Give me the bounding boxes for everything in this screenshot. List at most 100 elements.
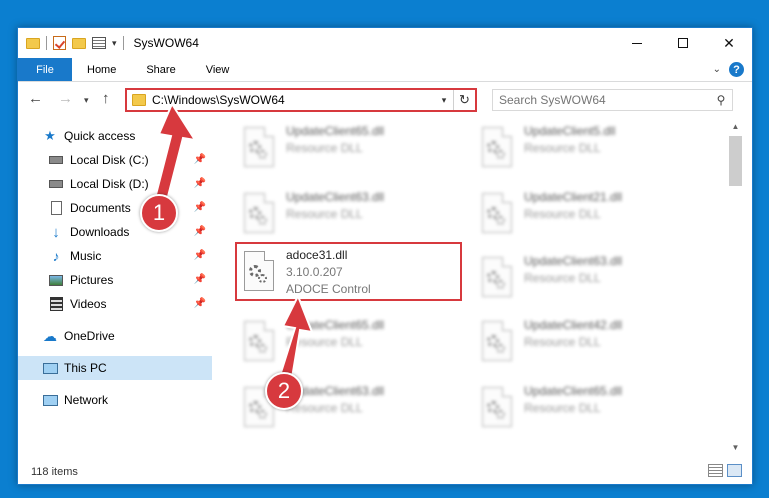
file-description: Resource DLL — [286, 141, 363, 155]
sidebar-item-this-pc[interactable]: This PC — [18, 356, 212, 380]
address-dropdown-icon[interactable]: ▾ — [435, 95, 453, 106]
address-path[interactable]: C:\Windows\SysWOW64 — [152, 93, 435, 107]
file-item[interactable]: UpdateClient65.dll Resource DLL — [240, 121, 465, 181]
pin-icon[interactable]: 📌 — [194, 154, 206, 165]
pictures-icon — [48, 273, 64, 287]
sidebar-item-onedrive[interactable]: ☁ OneDrive — [18, 324, 212, 348]
pin-icon[interactable]: 📌 — [194, 202, 206, 213]
maximize-button[interactable] — [660, 28, 706, 58]
file-name: UpdateClient63.dll — [286, 190, 385, 204]
tab-file[interactable]: File — [18, 58, 72, 81]
pin-icon[interactable]: 📌 — [194, 298, 206, 309]
window-title: SysWOW64 — [133, 36, 199, 50]
close-icon: ✕ — [723, 34, 735, 51]
back-arrow-icon[interactable]: ← — [28, 90, 43, 107]
file-description: Resource DLL — [524, 141, 601, 155]
file-name: UpdateClient65.dll — [524, 384, 623, 398]
customize-toolbar-icon[interactable]: ▾ — [112, 38, 117, 49]
file-item[interactable]: UpdateClient65.dll Resource DLL — [478, 381, 703, 441]
sidebar-item-label: This PC — [64, 361, 107, 375]
sidebar-item-label: Quick access — [64, 129, 136, 143]
large-icons-view-icon[interactable] — [727, 464, 742, 477]
pin-icon[interactable]: 📌 — [194, 226, 206, 237]
properties-check-icon[interactable] — [53, 36, 66, 50]
file-item[interactable]: UpdateClient42.dll Resource DLL — [478, 315, 703, 375]
sidebar-item-label: Network — [64, 393, 109, 407]
sidebar-item-downloads[interactable]: ↓ Downloads 📌 — [18, 220, 212, 244]
step-badge-2: 2 — [265, 372, 303, 410]
expand-ribbon-icon[interactable]: ⌄ — [713, 64, 721, 75]
sidebar-item-quick-access[interactable]: ★ Quick access — [18, 124, 212, 148]
file-name: UpdateClient65.dll — [286, 124, 385, 138]
ribbon-tabs: File Home Share View ⌄ ? — [18, 58, 752, 82]
pin-icon[interactable]: 📌 — [194, 178, 206, 189]
sidebar-item-local-disk-c[interactable]: Local Disk (C:) 📌 — [18, 148, 212, 172]
vertical-scrollbar[interactable]: ▲ ▼ — [727, 118, 744, 456]
sidebar-item-music[interactable]: ♪ Music 📌 — [18, 244, 212, 268]
scroll-down-icon[interactable]: ▼ — [727, 439, 744, 456]
navigation-bar: ← → ▾ ↑ C:\Windows\SysWOW64 ▾ ↻ ⚲ — [18, 86, 752, 114]
sidebar-item-documents[interactable]: Documents 📌 — [18, 196, 212, 220]
dll-file-icon — [478, 193, 516, 239]
pin-icon[interactable]: 📌 — [194, 274, 206, 285]
maximize-icon — [678, 38, 688, 48]
sidebar-item-label: Pictures — [70, 273, 114, 287]
sidebar-item-label: Downloads — [70, 225, 130, 239]
file-name: UpdateClient5.dll — [524, 124, 616, 138]
up-arrow-icon[interactable]: ↑ — [102, 90, 110, 107]
pin-icon[interactable]: 📌 — [194, 250, 206, 261]
file-item[interactable]: UpdateClient5.dll Resource DLL — [478, 121, 703, 181]
file-description: Resource DLL — [524, 401, 601, 415]
item-count: 118 items — [31, 466, 78, 478]
title-bar: ▾ SysWOW64 ✕ — [18, 28, 752, 58]
sidebar-item-videos[interactable]: Videos 📌 — [18, 292, 212, 316]
sidebar-item-pictures[interactable]: Pictures 📌 — [18, 268, 212, 292]
search-input[interactable] — [493, 93, 710, 107]
address-bar[interactable]: C:\Windows\SysWOW64 ▾ ↻ — [125, 88, 477, 112]
network-icon — [42, 393, 58, 407]
music-icon: ♪ — [52, 248, 60, 264]
file-item[interactable]: UpdateClient21.dll Resource DLL — [478, 187, 703, 247]
tab-view[interactable]: View — [191, 58, 245, 81]
new-folder-icon[interactable] — [72, 37, 86, 49]
refresh-icon[interactable]: ↻ — [453, 90, 475, 110]
dll-file-icon — [478, 257, 516, 303]
sidebar-item-label: OneDrive — [64, 329, 115, 343]
drive-icon — [48, 177, 64, 191]
minimize-icon — [632, 42, 642, 44]
file-description: Resource DLL — [286, 335, 363, 349]
dll-file-icon — [478, 387, 516, 433]
file-name: UpdateClient63.dll — [524, 254, 623, 268]
navigation-pane: ★ Quick access Local Disk (C:) 📌 Local D… — [18, 124, 212, 454]
properties-icon[interactable] — [92, 37, 106, 49]
sidebar-item-local-disk-d[interactable]: Local Disk (D:) 📌 — [18, 172, 212, 196]
sidebar-item-network[interactable]: Network — [18, 388, 212, 412]
dll-file-icon — [240, 193, 278, 239]
file-item[interactable]: UpdateClient63.dll Resource DLL — [478, 251, 703, 311]
folder-icon — [26, 37, 40, 49]
file-item[interactable]: UpdateClient63.dll Resource DLL — [240, 187, 465, 247]
tab-home[interactable]: Home — [72, 58, 131, 81]
videos-icon — [48, 297, 64, 311]
forward-arrow-icon[interactable]: → — [58, 90, 73, 107]
sidebar-item-label: Videos — [70, 297, 107, 311]
tab-share[interactable]: Share — [131, 58, 190, 81]
close-button[interactable]: ✕ — [706, 28, 752, 58]
details-view-icon[interactable] — [708, 464, 723, 477]
file-description: Resource DLL — [524, 271, 601, 285]
scroll-up-icon[interactable]: ▲ — [727, 118, 744, 135]
minimize-button[interactable] — [614, 28, 660, 58]
ribbon-right-controls: ⌄ ? — [713, 62, 744, 77]
file-item[interactable]: UpdateClient65.dll Resource DLL — [240, 315, 465, 375]
dll-file-icon — [240, 127, 278, 173]
search-box[interactable]: ⚲ — [492, 89, 733, 111]
toolbar-divider — [46, 36, 47, 50]
recent-locations-icon[interactable]: ▾ — [84, 95, 89, 106]
file-description: Resource DLL — [286, 207, 363, 221]
scroll-thumb[interactable] — [729, 136, 742, 186]
documents-icon — [48, 201, 64, 215]
toolbar-divider — [122, 36, 124, 50]
view-switcher — [708, 464, 742, 477]
search-icon[interactable]: ⚲ — [710, 93, 732, 107]
help-icon[interactable]: ? — [729, 62, 744, 77]
